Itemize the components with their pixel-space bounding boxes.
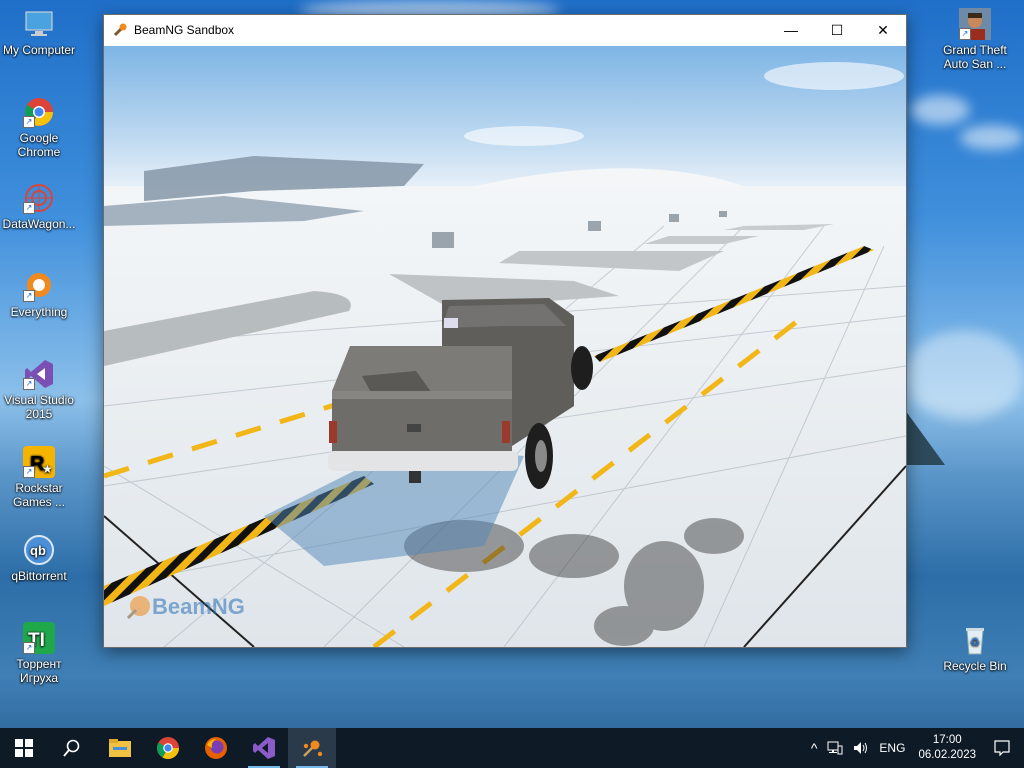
svg-text:♻: ♻	[970, 636, 980, 649]
close-button[interactable]: ✕	[860, 15, 906, 45]
watermark-text: BeamNG	[152, 594, 245, 619]
title-bar[interactable]: BeamNG Sandbox — ☐ ✕	[104, 15, 906, 45]
chevron-up-icon: ^	[810, 740, 818, 756]
start-button[interactable]	[0, 728, 48, 768]
datawagon-icon: ↗	[23, 182, 55, 214]
volume-icon	[854, 742, 868, 754]
minimize-button[interactable]: —	[768, 15, 814, 45]
svg-text:★: ★	[42, 462, 53, 476]
shortcut-arrow-icon: ↗	[23, 378, 35, 390]
clock-time: 17:00	[932, 734, 962, 746]
network-icon	[827, 741, 843, 755]
desktop-icon-label: qBittorrent	[11, 569, 67, 583]
game-scene	[104, 46, 906, 647]
desktop-icon-label: Recycle Bin	[943, 659, 1007, 673]
close-icon: ✕	[877, 21, 889, 38]
clock-date: 06.02.2023	[918, 749, 976, 761]
computer-icon	[23, 8, 55, 40]
show-hidden-icons-button[interactable]: ^	[806, 728, 823, 768]
desktop-icon-visual-studio[interactable]: ↗ Visual Studio 2015	[1, 358, 77, 421]
taskbar: ^ ENG 17:00 06.02.2023	[0, 728, 1024, 768]
system-tray: ^ ENG 17:00 06.02.2023	[806, 728, 1024, 768]
visual-studio-icon: ↗	[23, 358, 55, 390]
shortcut-arrow-icon: ↗	[23, 116, 35, 128]
desktop-icon-everything[interactable]: ↗ Everything	[1, 270, 77, 319]
visual-studio-icon	[253, 737, 275, 759]
qbittorrent-icon: qb	[23, 534, 55, 566]
shortcut-arrow-icon: ↗	[23, 466, 35, 478]
desktop-icon-gta[interactable]: ↗ Grand Theft Auto San ...	[937, 8, 1013, 71]
everything-icon: ↗	[23, 270, 55, 302]
desktop-icon-qbittorrent[interactable]: qb qBittorrent	[1, 534, 77, 583]
beamng-icon	[303, 740, 323, 757]
search-button[interactable]	[48, 728, 96, 768]
recycle-bin-icon: ♻	[959, 624, 991, 656]
shortcut-arrow-icon: ↗	[23, 202, 35, 214]
search-icon	[63, 739, 80, 757]
chrome-icon: ↗	[23, 96, 55, 128]
gta-icon: ↗	[959, 8, 991, 40]
windows-start-icon	[15, 739, 33, 757]
visual-studio-taskbar-button[interactable]	[240, 728, 288, 768]
maximize-button[interactable]: ☐	[814, 15, 860, 45]
notifications-button[interactable]	[984, 728, 1024, 768]
shortcut-arrow-icon: ↗	[23, 642, 35, 654]
desktop-icon-label: Rockstar Games ...	[12, 481, 65, 509]
beamng-logo-icon	[126, 596, 150, 620]
desktop-icon-datawagon[interactable]: ↗ DataWagon...	[1, 182, 77, 231]
notification-icon	[994, 740, 1010, 756]
desktop-icon-torrent-igruha[interactable]: TI ↗ Торрент Игруха	[1, 622, 77, 685]
language-indicator[interactable]: ENG	[874, 728, 910, 768]
beamng-app-icon	[113, 23, 127, 37]
desktop-icon-recycle-bin[interactable]: ♻ Recycle Bin	[937, 624, 1013, 673]
chrome-taskbar-button[interactable]	[144, 728, 192, 768]
desktop-icon-label: Visual Studio 2015	[4, 393, 74, 421]
desktop-icon-label: Торрент Игруха	[16, 657, 62, 685]
desktop-icon-label: Google Chrome	[17, 131, 61, 159]
shortcut-arrow-icon: ↗	[959, 28, 971, 40]
firefox-icon	[205, 737, 227, 759]
firefox-taskbar-button[interactable]	[192, 728, 240, 768]
window-title: BeamNG Sandbox	[134, 23, 235, 37]
game-viewport[interactable]: BeamNG	[104, 46, 906, 647]
desktop-icon-my-computer[interactable]: My Computer	[1, 8, 77, 57]
network-button[interactable]	[822, 728, 848, 768]
beamng-watermark: BeamNG	[124, 594, 245, 620]
minimize-icon: —	[784, 22, 798, 38]
volume-button[interactable]	[848, 728, 874, 768]
desktop-icon-google-chrome[interactable]: ↗ Google Chrome	[1, 96, 77, 159]
svg-text:qb: qb	[30, 543, 46, 558]
clock[interactable]: 17:00 06.02.2023	[910, 733, 984, 763]
torrent-igruha-icon: TI ↗	[23, 622, 55, 654]
desktop-icon-label: My Computer	[2, 43, 76, 57]
desktop-icon-label: DataWagon...	[2, 217, 76, 231]
beamng-window[interactable]: BeamNG Sandbox — ☐ ✕ BeamNG	[103, 14, 907, 648]
file-explorer-icon	[109, 739, 131, 757]
beamng-taskbar-button[interactable]	[288, 728, 336, 768]
rockstar-icon: R ★ ↗	[23, 446, 55, 478]
chrome-icon	[157, 737, 179, 759]
maximize-icon: ☐	[830, 21, 844, 38]
desktop-icon-rockstar[interactable]: R ★ ↗ Rockstar Games ...	[1, 446, 77, 509]
desktop-icon-label: Grand Theft Auto San ...	[943, 43, 1007, 71]
file-explorer-button[interactable]	[96, 728, 144, 768]
shortcut-arrow-icon: ↗	[23, 290, 35, 302]
desktop-icon-label: Everything	[10, 305, 68, 319]
